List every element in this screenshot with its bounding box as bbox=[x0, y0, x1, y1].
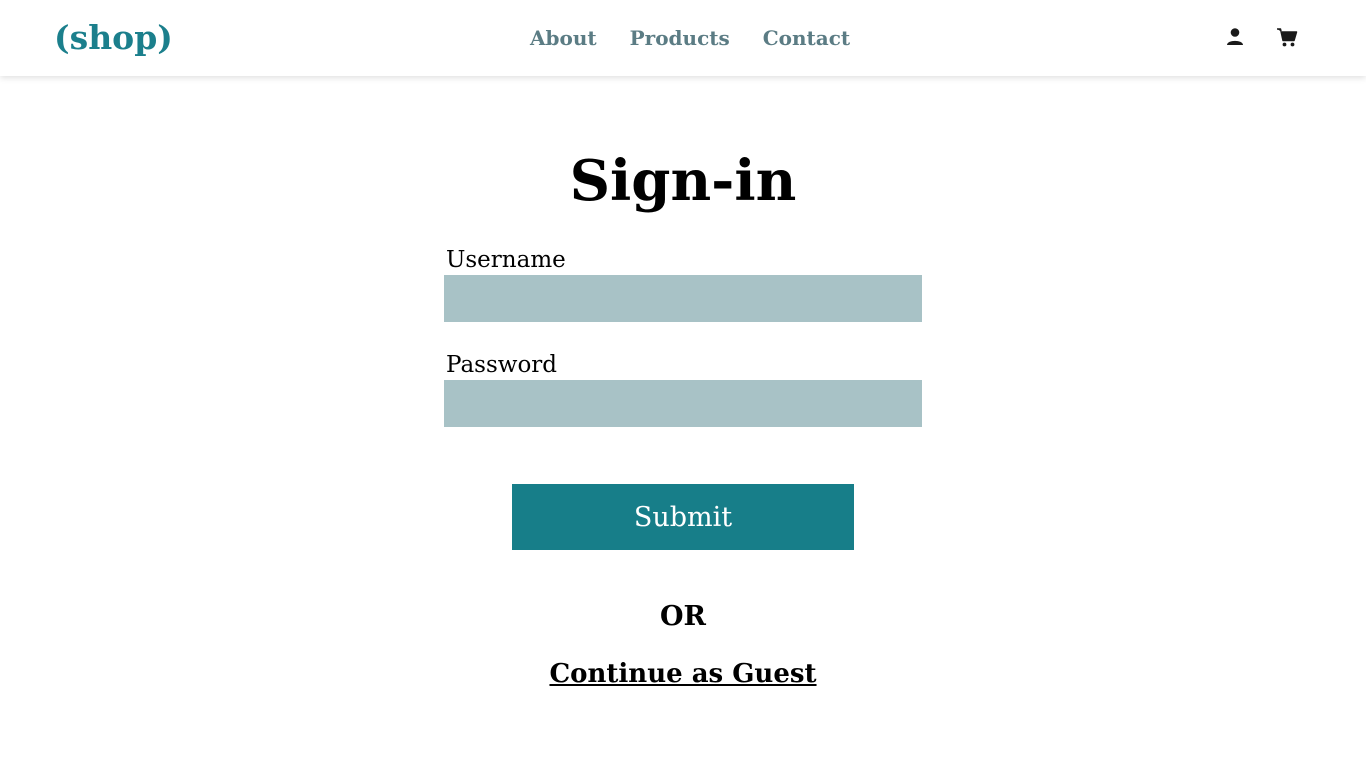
password-input[interactable] bbox=[444, 380, 922, 427]
username-label: Username bbox=[446, 247, 566, 273]
password-label: Password bbox=[446, 352, 558, 378]
submit-button[interactable]: Submit bbox=[512, 484, 854, 550]
username-input[interactable] bbox=[444, 275, 922, 322]
main-nav: About Products Contact bbox=[530, 24, 850, 52]
nav-about-link[interactable]: About bbox=[530, 24, 597, 52]
nav-contact-link[interactable]: Contact bbox=[763, 24, 850, 52]
page-title: Sign-in bbox=[569, 148, 797, 214]
or-divider-text: OR bbox=[660, 601, 706, 632]
nav-products-link[interactable]: Products bbox=[630, 24, 730, 52]
user-icon[interactable] bbox=[1224, 26, 1246, 48]
guest-link-container: Continue as Guest bbox=[0, 657, 1366, 691]
cart-icon[interactable] bbox=[1276, 26, 1298, 48]
top-navbar: (shop) About Products Contact bbox=[0, 0, 1366, 76]
continue-as-guest-link[interactable]: Continue as Guest bbox=[549, 659, 816, 689]
shop-logo[interactable]: (shop) bbox=[54, 18, 173, 58]
